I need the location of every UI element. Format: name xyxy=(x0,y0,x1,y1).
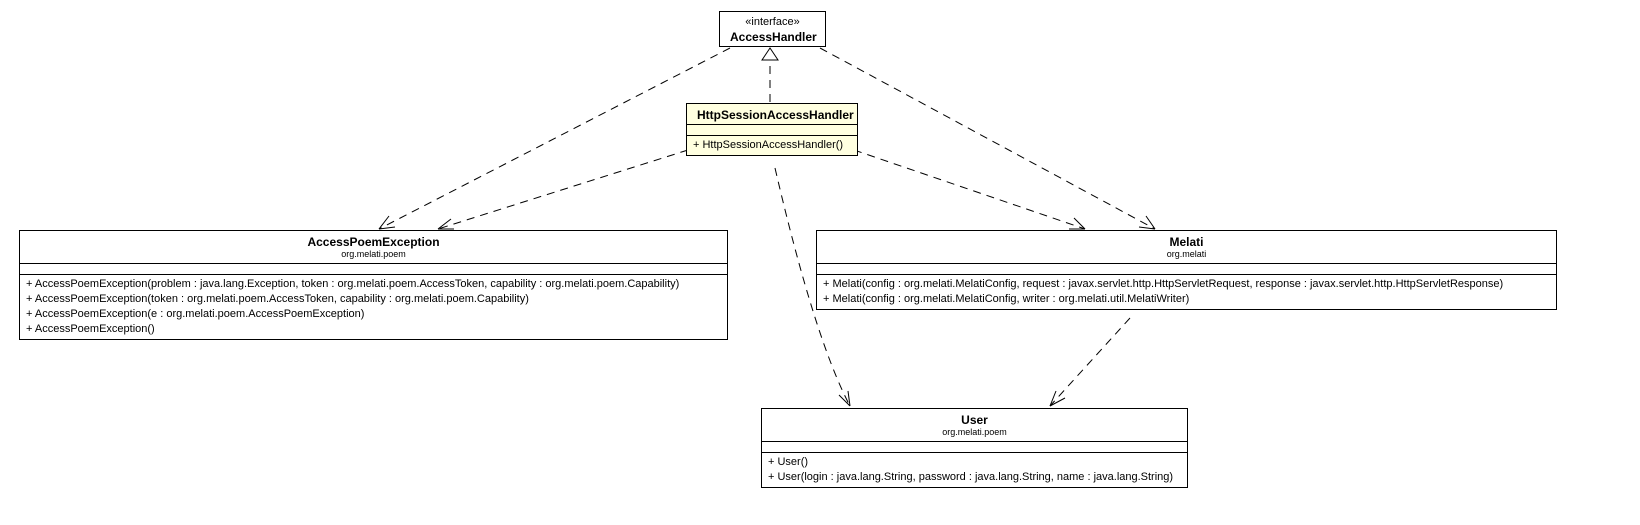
package-label: org.melati xyxy=(823,249,1550,261)
class-user: User org.melati.poem + User() + User(log… xyxy=(761,408,1188,488)
class-name: User xyxy=(768,411,1181,427)
class-name: Melati xyxy=(823,233,1550,249)
attributes-compartment xyxy=(817,263,1556,274)
stereotype-label: «interface» xyxy=(726,14,819,28)
operation: + AccessPoemException() xyxy=(26,322,721,337)
arrow-dependency xyxy=(1139,216,1155,229)
edge-dependency xyxy=(1050,318,1130,406)
attributes-compartment xyxy=(687,124,857,135)
operation: + Melati(config : org.melati.MelatiConfi… xyxy=(823,292,1550,307)
operation: + AccessPoemException(e : org.melati.poe… xyxy=(26,307,721,322)
attributes-compartment xyxy=(762,441,1187,452)
class-name: AccessHandler xyxy=(726,28,819,44)
operation: + HttpSessionAccessHandler() xyxy=(693,138,851,153)
class-access-poem-exception: AccessPoemException org.melati.poem + Ac… xyxy=(19,230,728,340)
operation: + User() xyxy=(768,455,1181,470)
edge-dependency xyxy=(438,150,688,229)
package-label: org.melati.poem xyxy=(26,249,721,261)
arrow-dependency xyxy=(1069,218,1085,229)
operation: + User(login : java.lang.String, passwor… xyxy=(768,470,1181,485)
class-access-handler: «interface» AccessHandler xyxy=(719,11,826,47)
arrow-dependency xyxy=(438,219,454,229)
attributes-compartment xyxy=(20,263,727,274)
operation: + AccessPoemException(problem : java.lan… xyxy=(26,277,721,292)
class-name: HttpSessionAccessHandler xyxy=(693,106,851,122)
class-melati: Melati org.melati + Melati(config : org.… xyxy=(816,230,1557,310)
class-name: AccessPoemException xyxy=(26,233,721,249)
arrow-dependency xyxy=(839,391,850,406)
arrow-realization xyxy=(762,48,778,60)
edge-dependency xyxy=(820,48,1155,229)
operation: + AccessPoemException(token : org.melati… xyxy=(26,292,721,307)
edge-dependency xyxy=(854,150,1085,229)
package-label: org.melati.poem xyxy=(768,427,1181,439)
operation: + Melati(config : org.melati.MelatiConfi… xyxy=(823,277,1550,292)
class-http-session-access-handler: HttpSessionAccessHandler + HttpSessionAc… xyxy=(686,103,858,156)
edge-dependency xyxy=(379,48,730,229)
